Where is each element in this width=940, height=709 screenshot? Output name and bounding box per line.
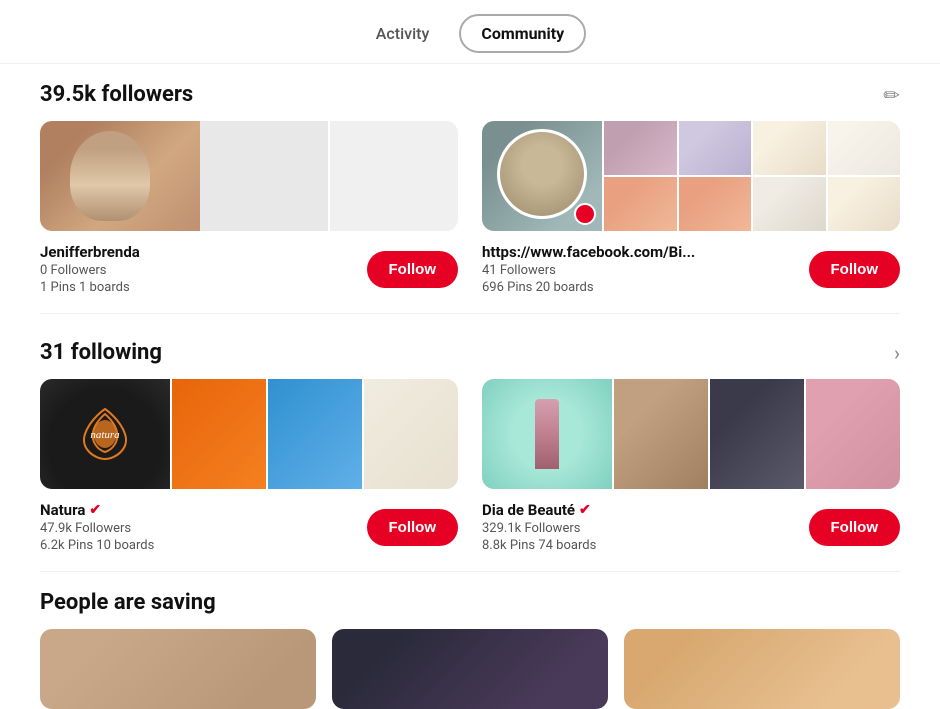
follower-card-2-avatar xyxy=(482,121,602,231)
follower-card-2-info: https://www.facebook.com/Bi... 41 Follow… xyxy=(482,243,900,295)
followers-arrow-icon[interactable]: ✏ xyxy=(883,83,900,107)
verified-icon-2: ✔ xyxy=(579,502,591,518)
svg-text:natura: natura xyxy=(90,429,120,441)
follower-card-2-pins: 696 Pins 20 boards xyxy=(482,280,695,295)
follower-card-2-img3 xyxy=(679,121,752,175)
follower-card-2-col2 xyxy=(679,121,752,231)
follower-card-1-side-img-1 xyxy=(200,121,328,231)
dia-lipstick-icon xyxy=(535,399,559,469)
following-card-2-followers: 329.1k Followers xyxy=(482,521,596,536)
follower-card-2-img2 xyxy=(604,177,677,231)
following-card-1: natura Natura ✔ 47.9k Followers 6.2k Pin xyxy=(40,379,458,553)
follower-card-2-grid xyxy=(604,121,900,231)
following-card-2-info: Dia de Beauté ✔ 329.1k Followers 8.8k Pi… xyxy=(482,501,900,553)
follower-card-2-followers: 41 Followers xyxy=(482,263,695,278)
following-card-1-pins: 6.2k Pins 10 boards xyxy=(40,538,154,553)
follower-card-1-text: Jenifferbrenda 0 Followers 1 Pins 1 boar… xyxy=(40,243,140,295)
following-card-2-side-img-1 xyxy=(614,379,708,489)
follower-card-2-name: https://www.facebook.com/Bi... xyxy=(482,243,695,261)
following-card-1-side-img-2 xyxy=(268,379,362,489)
following-card-1-text: Natura ✔ 47.9k Followers 6.2k Pins 10 bo… xyxy=(40,501,154,553)
follower-card-2-pin-icon xyxy=(574,203,596,225)
tab-bar: Activity Community xyxy=(0,0,940,64)
follow-button-4[interactable]: Follow xyxy=(809,509,901,546)
follower-card-2-text: https://www.facebook.com/Bi... 41 Follow… xyxy=(482,243,695,295)
divider-1 xyxy=(40,313,900,314)
tab-activity[interactable]: Activity xyxy=(354,14,452,53)
following-card-1-side xyxy=(172,379,458,489)
following-section: 31 following › natura xyxy=(0,322,940,563)
following-card-1-main: natura xyxy=(40,379,170,489)
following-card-1-side-img-3 xyxy=(364,379,458,489)
following-card-1-side-img-1 xyxy=(172,379,266,489)
following-card-1-name: Natura ✔ xyxy=(40,501,154,519)
follower-card-1-info: Jenifferbrenda 0 Followers 1 Pins 1 boar… xyxy=(40,243,458,295)
following-card-2-side xyxy=(614,379,900,489)
tab-community[interactable]: Community xyxy=(459,14,586,53)
followers-section: 39.5k followers ✏ Jenifferbrenda 0 Follo… xyxy=(0,64,940,305)
follow-button-3[interactable]: Follow xyxy=(367,509,459,546)
following-card-2-preview xyxy=(482,379,900,489)
followers-title: 39.5k followers xyxy=(40,82,193,107)
following-card-1-followers: 47.9k Followers xyxy=(40,521,154,536)
follower-card-1-followers: 0 Followers xyxy=(40,263,140,278)
following-card-2-name: Dia de Beauté ✔ xyxy=(482,501,596,519)
follower-card-1-preview xyxy=(40,121,458,231)
people-saving-thumb-1[interactable] xyxy=(40,629,316,709)
people-saving-section: People are saving xyxy=(0,580,940,709)
follower-card-1-pins: 1 Pins 1 boards xyxy=(40,280,140,295)
following-cards-row: natura Natura ✔ 47.9k Followers 6.2k Pin xyxy=(40,379,900,553)
following-card-2-side-img-2 xyxy=(710,379,804,489)
follower-card-2-img5 xyxy=(753,121,826,175)
followers-cards-row: Jenifferbrenda 0 Followers 1 Pins 1 boar… xyxy=(40,121,900,295)
following-card-1-info: Natura ✔ 47.9k Followers 6.2k Pins 10 bo… xyxy=(40,501,458,553)
follower-card-2-col4 xyxy=(828,121,901,231)
follower-card-2-img8 xyxy=(828,177,901,231)
following-arrow-icon[interactable]: › xyxy=(894,341,900,365)
following-card-2-text: Dia de Beauté ✔ 329.1k Followers 8.8k Pi… xyxy=(482,501,596,553)
people-saving-thumb-3[interactable] xyxy=(624,629,900,709)
follower-card-1: Jenifferbrenda 0 Followers 1 Pins 1 boar… xyxy=(40,121,458,295)
following-card-1-preview: natura xyxy=(40,379,458,489)
followers-header: 39.5k followers ✏ xyxy=(40,82,900,107)
follower-card-1-side xyxy=(200,121,458,231)
follower-card-1-side-img-2 xyxy=(330,121,458,231)
following-card-2-main xyxy=(482,379,612,489)
follower-card-2-img6 xyxy=(753,177,826,231)
follower-card-2-img1 xyxy=(604,121,677,175)
following-card-2-pins: 8.8k Pins 74 boards xyxy=(482,538,596,553)
follower-card-1-name: Jenifferbrenda xyxy=(40,243,140,261)
follower-card-2: https://www.facebook.com/Bi... 41 Follow… xyxy=(482,121,900,295)
follow-button-2[interactable]: Follow xyxy=(809,251,901,288)
follower-card-2-preview xyxy=(482,121,900,231)
following-title: 31 following xyxy=(40,340,162,365)
natura-logo-icon: natura xyxy=(65,394,145,474)
people-saving-title: People are saving xyxy=(40,590,900,615)
follower-card-2-img7 xyxy=(828,121,901,175)
following-card-2-side-img-3 xyxy=(806,379,900,489)
verified-icon-1: ✔ xyxy=(89,502,101,518)
divider-2 xyxy=(40,571,900,572)
follower-card-2-col1 xyxy=(604,121,677,231)
people-saving-thumbs xyxy=(40,629,900,709)
follow-button-1[interactable]: Follow xyxy=(367,251,459,288)
following-card-2: Dia de Beauté ✔ 329.1k Followers 8.8k Pi… xyxy=(482,379,900,553)
follower-card-2-avatar-img xyxy=(497,129,587,219)
follower-card-1-main-img xyxy=(40,121,200,231)
follower-card-2-img4 xyxy=(679,177,752,231)
following-header: 31 following › xyxy=(40,340,900,365)
follower-card-2-col3 xyxy=(753,121,826,231)
people-saving-thumb-2[interactable] xyxy=(332,629,608,709)
